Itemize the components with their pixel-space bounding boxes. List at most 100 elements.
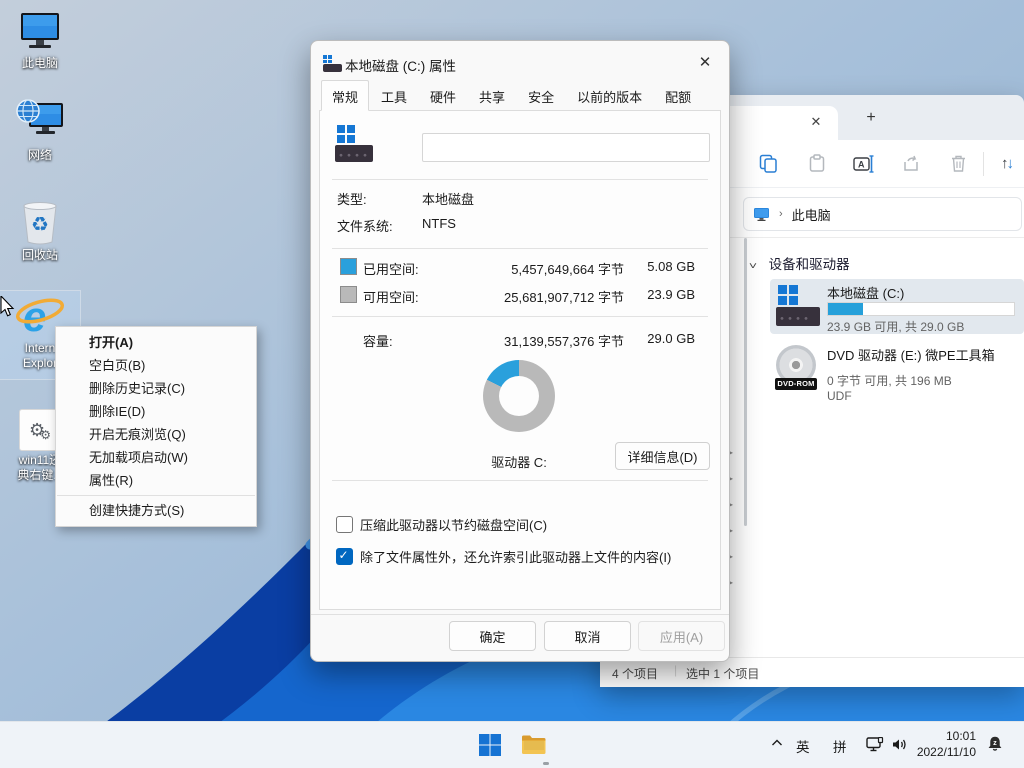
used-space-swatch xyxy=(340,258,357,275)
menu-item-delete-history[interactable]: 删除历史记录(C) xyxy=(56,377,256,400)
share-button[interactable] xyxy=(901,153,922,174)
gear-icon: ⚙ xyxy=(40,428,51,442)
paste-icon xyxy=(808,154,826,173)
tray-date: 2022/11/10 xyxy=(917,744,976,760)
free-space-size: 23.9 GB xyxy=(647,287,695,302)
tab-hardware[interactable]: 硬件 xyxy=(419,82,467,111)
windows-logo-icon xyxy=(478,733,502,757)
desktop-icon-this-pc[interactable]: 此电脑 xyxy=(0,6,80,71)
dialog-tab-bar: 常规 工具 硬件 共享 安全 以前的版本 配额 xyxy=(321,87,703,111)
tab-security[interactable]: 安全 xyxy=(517,82,565,111)
svg-text:A: A xyxy=(858,159,865,169)
toolbar-divider xyxy=(983,152,984,176)
disk-usage-donut-chart xyxy=(483,360,555,432)
separator xyxy=(332,179,708,180)
checkbox[interactable] xyxy=(336,516,353,533)
breadcrumb-chevron: › xyxy=(779,208,783,220)
type-value: 本地磁盘 xyxy=(422,189,474,208)
dialog-title: 本地磁盘 (C:) 属性 xyxy=(345,55,456,75)
tray-show-hidden-icons[interactable] xyxy=(770,736,784,753)
taskbar-file-explorer-button[interactable] xyxy=(518,729,550,761)
tab-general[interactable]: 常规 xyxy=(321,80,369,111)
tab-close-icon[interactable]: ✕ xyxy=(808,114,824,130)
desktop-icon-recycle-bin[interactable]: ♻ 回收站 xyxy=(0,198,80,263)
tab-quota[interactable]: 配额 xyxy=(654,82,702,111)
tray-network-button[interactable] xyxy=(866,737,884,755)
tab-tools[interactable]: 工具 xyxy=(370,82,418,111)
separator xyxy=(332,480,708,481)
dialog-title-icon xyxy=(323,55,342,72)
tray-ime-mode[interactable]: 拼 xyxy=(833,736,847,756)
status-divider: | xyxy=(674,663,677,677)
tray-time: 10:01 xyxy=(917,728,976,744)
cancel-button[interactable]: 取消 xyxy=(544,621,631,651)
desktop-icon-label: 此电脑 xyxy=(0,56,80,71)
new-tab-button[interactable]: + xyxy=(860,107,882,129)
sort-button[interactable]: ↑↓ xyxy=(996,153,1017,174)
ie-context-menu: 打开(A) 空白页(B) 删除历史记录(C) 删除IE(D) 开启无痕浏览(Q)… xyxy=(55,326,257,527)
drive-item-c[interactable]: 本地磁盘 (C:) 23.9 GB 可用, 共 29.0 GB xyxy=(770,279,1024,334)
dialog-close-button[interactable]: ✕ xyxy=(694,52,716,74)
compress-checkbox-row[interactable]: 压缩此驱动器以节约磁盘空间(C) xyxy=(336,515,547,534)
used-space-bytes: 5,457,649,664 字节 xyxy=(511,259,624,278)
separator xyxy=(332,316,708,317)
menu-item-create-shortcut[interactable]: 创建快捷方式(S) xyxy=(56,499,256,522)
recycle-bin-icon: ♻ xyxy=(0,198,80,246)
this-pc-small-icon xyxy=(753,207,770,222)
drive-info: 23.9 GB 可用, 共 29.0 GB xyxy=(827,318,964,335)
capacity-size: 29.0 GB xyxy=(647,331,695,346)
tray-volume-button[interactable] xyxy=(891,737,909,755)
paste-button[interactable] xyxy=(806,153,827,174)
drive-name: 本地磁盘 (C:) xyxy=(827,283,904,302)
speaker-icon xyxy=(891,737,909,752)
drive-item-dvd[interactable]: DVD-ROM DVD 驱动器 (E:) 微PE工具箱 0 字节 可用, 共 1… xyxy=(770,341,1024,398)
menu-item-blank-page[interactable]: 空白页(B) xyxy=(56,354,256,377)
tray-ime-language[interactable]: 英 xyxy=(796,736,810,756)
notification-bell-icon: z xyxy=(986,735,1004,753)
menu-item-open[interactable]: 打开(A) xyxy=(56,331,256,354)
rename-button[interactable]: A xyxy=(853,153,874,174)
volume-label-input[interactable] xyxy=(422,133,710,162)
filesystem-label: 文件系统: xyxy=(337,216,393,235)
menu-item-no-addons[interactable]: 无加载项启动(W) xyxy=(56,446,256,469)
desktop-icon-network[interactable]: 网络 xyxy=(0,98,80,163)
share-icon xyxy=(902,154,921,173)
address-bar[interactable]: › 此电脑 xyxy=(743,197,1022,231)
drive-info: 0 字节 可用, 共 196 MB xyxy=(827,372,952,389)
dvd-drive-icon: DVD-ROM xyxy=(775,343,817,390)
separator xyxy=(332,248,708,249)
desktop-icon-label: 回收站 xyxy=(0,248,80,263)
start-button[interactable] xyxy=(474,729,506,761)
delete-button[interactable] xyxy=(948,153,969,174)
apply-button[interactable]: 应用(A) xyxy=(638,621,725,651)
menu-item-delete-ie[interactable]: 删除IE(D) xyxy=(56,400,256,423)
drive-name: DVD 驱动器 (E:) 微PE工具箱 xyxy=(827,345,995,364)
tray-clock[interactable]: 10:01 2022/11/10 xyxy=(917,728,976,760)
details-button[interactable]: 详细信息(D) xyxy=(615,442,710,470)
breadcrumb[interactable]: 此电脑 xyxy=(792,205,831,224)
free-space-swatch xyxy=(340,286,357,303)
separator xyxy=(311,614,729,615)
tab-previous-versions[interactable]: 以前的版本 xyxy=(566,82,653,111)
checkbox[interactable] xyxy=(336,548,353,565)
capacity-bar-fill xyxy=(828,303,863,315)
rename-icon: A xyxy=(853,155,874,173)
running-app-indicator xyxy=(543,762,549,765)
section-devices-and-drives[interactable]: ˅ 设备和驱动器 xyxy=(750,253,850,273)
nav-pane-scrollbar[interactable] xyxy=(744,238,747,526)
menu-item-properties[interactable]: 属性(R) xyxy=(56,469,256,492)
index-checkbox-row[interactable]: 除了文件属性外，还允许索引此驱动器上文件的内容(I) xyxy=(336,547,671,566)
drive-large-icon xyxy=(335,125,373,165)
ok-button[interactable]: 确定 xyxy=(449,621,536,651)
copy-button[interactable] xyxy=(758,153,779,174)
status-item-count: 4 个项目 xyxy=(612,665,658,682)
svg-text:z: z xyxy=(993,738,997,747)
tab-sharing[interactable]: 共享 xyxy=(468,82,516,111)
menu-item-inprivate[interactable]: 开启无痕浏览(Q) xyxy=(56,423,256,446)
menu-separator xyxy=(57,495,255,496)
desktop-icon-label: 网络 xyxy=(0,148,80,163)
tray-notification-bell-button[interactable]: z xyxy=(986,735,1004,756)
sort-icon: ↑↓ xyxy=(1001,155,1012,172)
folder-icon xyxy=(521,733,547,757)
network-icon xyxy=(0,98,80,146)
